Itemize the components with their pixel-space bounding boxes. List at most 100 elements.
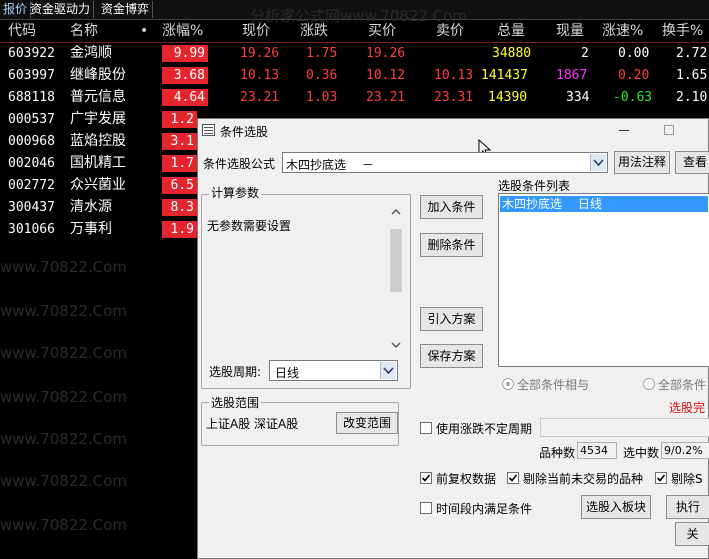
row-name: 清水源 <box>70 199 112 215</box>
row-pct: 1.7 <box>162 155 197 172</box>
radio-all-and[interactable] <box>502 378 514 390</box>
remove-nontrade-label: 剔除当前未交易的品种 <box>523 472 644 486</box>
row-bid: 19.26 <box>366 46 406 61</box>
remove-nontrade-checkbox[interactable] <box>507 472 519 484</box>
row-bid: 10.12 <box>366 68 406 83</box>
row-name: 普元信息 <box>70 89 126 105</box>
import-scheme-button[interactable]: 引入方案 <box>420 307 483 331</box>
row-speed: 0.00 <box>618 46 650 61</box>
col-turnover[interactable]: 换手% <box>662 21 703 41</box>
col-price[interactable]: 现价 <box>242 21 270 41</box>
row-change: 0.36 <box>306 68 338 83</box>
list-item[interactable]: 木四抄底选 日线 <box>500 196 708 212</box>
row-code: 688118 <box>8 90 55 105</box>
chevron-down-icon[interactable] <box>590 154 606 171</box>
watermark: www.70822.Com <box>0 388 127 406</box>
tab-fund-game[interactable]: 资金博弈 <box>98 1 154 18</box>
pre-adjust-checkbox[interactable] <box>420 472 432 484</box>
row-code: 603997 <box>8 68 55 83</box>
period-select[interactable]: 日线 <box>269 360 398 381</box>
col-name[interactable]: 名称 <box>70 21 98 41</box>
condition-list[interactable]: 木四抄底选 日线 <box>498 193 709 367</box>
row-volume: 14390 <box>488 90 528 105</box>
remove-st-label: 剔除S <box>671 472 703 486</box>
table-row[interactable]: 688118 普元信息 4.64 23.21 1.03 23.21 23.31 … <box>0 87 709 108</box>
row-cur-vol: 1867 <box>556 68 588 83</box>
formula-value: 木四抄底选 － <box>286 158 374 172</box>
row-name: 继峰股份 <box>70 67 126 83</box>
table-row[interactable]: 603922 金鸿顺 9.99 19.26 1.75 19.26 34880 2… <box>0 43 709 64</box>
row-price: 10.13 <box>240 68 280 83</box>
row-name: 金鸿顺 <box>70 45 112 61</box>
row-name: 国机精工 <box>70 155 126 171</box>
row-code: 603922 <box>8 46 55 61</box>
row-price: 23.21 <box>240 90 280 105</box>
to-block-button[interactable]: 选股入板块 <box>581 495 651 519</box>
row-volume: 34880 <box>492 46 532 61</box>
row-ask: 23.31 <box>434 90 474 105</box>
row-code: 301066 <box>8 222 55 237</box>
use-uncertain-checkbox[interactable] <box>420 422 432 434</box>
change-range-button[interactable]: 改变范围 <box>336 412 398 434</box>
maximize-icon[interactable] <box>664 125 674 135</box>
row-price: 19.26 <box>240 46 280 61</box>
all-and-label: 全部条件相与 <box>517 378 590 392</box>
use-uncertain-label: 使用涨跌不定周期 <box>436 422 533 436</box>
add-condition-button[interactable]: 加入条件 <box>420 195 483 219</box>
formula-select[interactable]: 木四抄底选 － <box>282 152 608 173</box>
count-value: 4534 <box>577 442 617 459</box>
in-period-checkbox[interactable] <box>420 502 432 514</box>
col-bid[interactable]: 买价 <box>368 21 396 41</box>
remove-st-checkbox[interactable] <box>655 472 667 484</box>
row-bid: 23.21 <box>366 90 406 105</box>
period-label: 选股周期: <box>209 365 262 379</box>
app-icon <box>202 124 215 136</box>
close-button[interactable]: 关 <box>675 522 709 546</box>
col-volume[interactable]: 总量 <box>497 21 525 41</box>
row-pct: 1.9 <box>162 221 197 238</box>
row-pct: 4.64 <box>162 89 208 106</box>
scroll-down-icon[interactable] <box>391 341 401 349</box>
chevron-down-icon[interactable] <box>380 362 396 379</box>
range-value: 上证A股 深证A股 <box>206 417 299 431</box>
table-row[interactable]: 603997 继峰股份 3.68 10.13 0.36 10.12 10.13 … <box>0 65 709 86</box>
usage-notes-button[interactable]: 用法注释 <box>614 151 670 174</box>
calc-params-label: 计算参数 <box>209 184 262 201</box>
dialog-title: 条件选股 <box>220 125 269 139</box>
col-change[interactable]: 涨跌 <box>300 21 328 41</box>
watermark: www.70822.Com <box>0 472 127 490</box>
save-scheme-button[interactable]: 保存方案 <box>420 344 483 368</box>
row-change: 1.03 <box>306 90 338 105</box>
col-cur-vol[interactable]: 现量 <box>556 21 584 41</box>
scrollbar[interactable] <box>388 205 404 353</box>
row-name: 蓝焰控股 <box>70 133 126 149</box>
condition-select-dialog: 条件选股 条件选股公式 木四抄底选 － 用法注释 查看 计算参数 无参数需要设置… <box>197 118 709 559</box>
select-status-text: 选股完 <box>669 401 706 415</box>
radio-all-or[interactable] <box>643 378 655 390</box>
tab-fund-drive[interactable]: 资金驱动力 <box>27 1 95 18</box>
execute-button[interactable]: 执行 <box>666 495 709 519</box>
row-change: 1.75 <box>306 46 338 61</box>
col-pct[interactable]: 涨幅% <box>162 21 203 41</box>
row-code: 000537 <box>8 112 55 127</box>
delete-condition-button[interactable]: 删除条件 <box>420 233 483 257</box>
col-speed[interactable]: 涨速% <box>602 21 643 41</box>
uncertain-period-input <box>540 418 709 437</box>
no-params-text: 无参数需要设置 <box>207 219 292 233</box>
row-pct: 1.2 <box>162 111 197 128</box>
scrollbar-thumb[interactable] <box>390 229 402 292</box>
row-turnover: 1.65 <box>676 68 708 83</box>
all-or-label: 全部条件 <box>658 378 707 392</box>
row-ask: 10.13 <box>434 68 474 83</box>
minimize-icon[interactable] <box>619 130 629 131</box>
view-button[interactable]: 查看 <box>675 151 709 174</box>
col-dot: • <box>140 23 149 39</box>
row-pct: 3.68 <box>162 67 208 84</box>
col-ask[interactable]: 卖价 <box>436 21 464 41</box>
condition-list-label: 选股条件列表 <box>498 179 571 193</box>
col-code[interactable]: 代码 <box>8 21 36 41</box>
scroll-up-icon[interactable] <box>391 208 401 216</box>
row-name: 广宇发展 <box>70 111 126 127</box>
formula-label: 条件选股公式 <box>203 157 276 171</box>
in-period-label: 时间段内满足条件 <box>436 502 533 516</box>
